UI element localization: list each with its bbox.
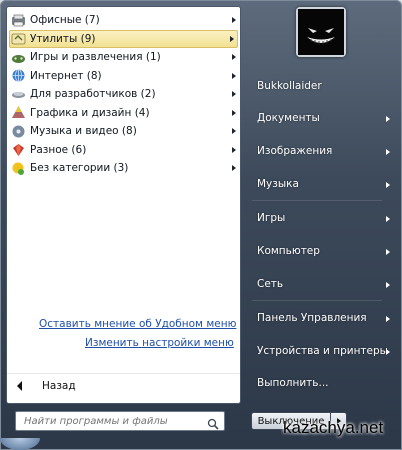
right-item-user[interactable]: Bukkollaider [257,80,322,92]
chevron-right-icon [232,17,236,23]
search-icon[interactable] [207,415,219,434]
right-item-pictures[interactable]: Изображения [257,145,332,157]
chevron-right-icon [386,349,390,355]
chevron-right-icon [386,316,390,322]
user-avatar[interactable] [296,7,346,57]
media-icon [11,124,26,139]
games-icon [11,50,26,65]
chevron-right-icon [232,54,236,60]
program-item-media[interactable]: Музыка и видео (8) [7,122,240,141]
right-item-games[interactable]: Игры [257,212,285,224]
program-item-graphics[interactable]: Графика и дизайн (4) [7,104,240,123]
program-item-games[interactable]: Игры и развлечения (1) [7,48,240,67]
program-label: Без категории (3) [30,162,129,175]
program-label: Офисные (7) [30,14,100,27]
right-item-network[interactable]: Сеть [257,278,283,290]
settings-link[interactable]: Изменить настройки меню [85,337,234,349]
right-item-devices[interactable]: Устройства и принтеры [257,345,388,357]
start-orb[interactable] [0,438,40,450]
right-item-documents[interactable]: Документы [257,112,320,124]
program-item-internet[interactable]: Интернет (8) [7,67,240,86]
right-item-control-panel[interactable]: Панель Управления [257,312,367,324]
chevron-right-icon [232,146,236,153]
back-button[interactable]: Назад [7,373,240,398]
utilities-icon [11,31,26,46]
program-item-developer[interactable]: Для разработчиков (2) [7,85,240,104]
program-item-misc[interactable]: Разное (6) [7,141,240,160]
feedback-link[interactable]: Оставить мнение об Удобном меню [39,318,236,330]
right-divider [252,300,382,301]
chevron-right-icon [232,72,236,79]
program-item-utilities[interactable]: Утилиты (9) [9,29,238,48]
right-item-computer[interactable]: Компьютер [257,245,320,257]
misc-icon [11,142,26,157]
start-menu: Офисные (7) Утилиты (9) Игры и развлечен… [0,0,402,450]
chevron-right-icon [230,35,234,42]
program-label: Игры и развлечения (1) [30,51,161,64]
program-label: Интернет (8) [30,69,102,82]
right-item-run[interactable]: Выполнить... [257,377,329,389]
program-label: Утилиты (9) [30,32,96,45]
chevron-right-icon [386,182,390,188]
developer-icon [11,87,26,102]
chevron-right-icon [232,165,236,171]
search-box [15,411,225,431]
program-label: Для разработчиков (2) [30,88,156,101]
chevron-right-icon [232,109,236,116]
back-arrow-icon [17,381,22,391]
program-item-uncategorized[interactable]: Без категории (3) [7,159,240,178]
chevron-right-icon [386,249,390,255]
program-item-office[interactable]: Офисные (7) [7,11,240,30]
program-label: Музыка и видео (8) [30,125,137,138]
graphics-icon [11,105,26,120]
right-item-music[interactable]: Музыка [257,178,299,190]
right-divider [252,200,382,201]
chevron-right-icon [232,128,236,134]
internet-icon [11,68,26,83]
search-input[interactable] [22,414,206,428]
back-label: Назад [42,380,76,392]
program-label: Графика и дизайн (4) [30,106,150,119]
watermark: kazachya.net [283,418,384,437]
uncategorized-icon [11,161,26,176]
program-list: Офисные (7) Утилиты (9) Игры и развлечен… [7,11,240,178]
chevron-right-icon [386,149,390,155]
chevron-right-icon [386,282,390,288]
office-icon [11,13,26,28]
programs-pane: Офисные (7) Утилиты (9) Игры и развлечен… [6,6,241,404]
chevron-right-icon [232,91,236,97]
chevron-right-icon [386,116,390,122]
chevron-right-icon [386,216,390,222]
program-label: Разное (6) [30,143,87,156]
